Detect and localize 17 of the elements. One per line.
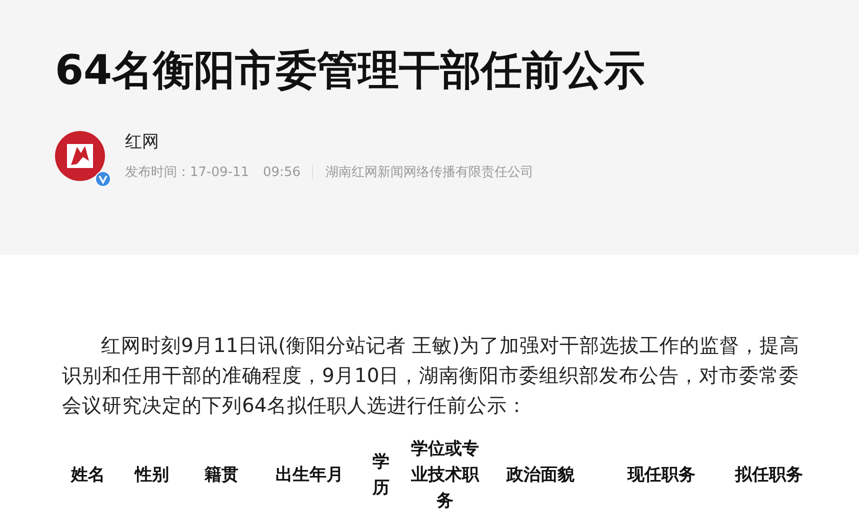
publish-date: 17-09-11 bbox=[190, 164, 250, 180]
publish-time: 09:56 bbox=[263, 164, 300, 180]
article-paragraph: 红网时刻9月11日讯(衡阳分站记者 王敏)为了加强对干部选拔工作的监督，提高识别和任用干部的准确程度，9月10日，湖南衡阳市委组织部发布公告，对市委常委会议研究决定的下列64名拟任职人选进行任前公示： bbox=[62, 333, 801, 419]
column-header: 出生年月 bbox=[275, 464, 344, 487]
source-name: 湖南红网新闻网络传播有限责任公司 bbox=[325, 164, 534, 181]
author-name[interactable]: 红网 bbox=[125, 130, 534, 153]
column-header: 性别 bbox=[134, 464, 169, 487]
column-header: 拟任职务 bbox=[735, 464, 804, 487]
logo-icon bbox=[55, 130, 105, 180]
column-header: 现任职务 bbox=[627, 464, 696, 487]
column-header: 学位或专业技术职务 bbox=[410, 438, 480, 513]
column-header: 姓名 bbox=[70, 464, 105, 487]
article-title: 64名衡阳市委管理干部任前公示 bbox=[55, 45, 646, 96]
publish-label: 发布时间： bbox=[125, 164, 190, 181]
column-header: 籍贯 bbox=[204, 464, 239, 487]
column-header: 学历 bbox=[371, 451, 391, 500]
column-header: 政治面貌 bbox=[506, 464, 575, 487]
